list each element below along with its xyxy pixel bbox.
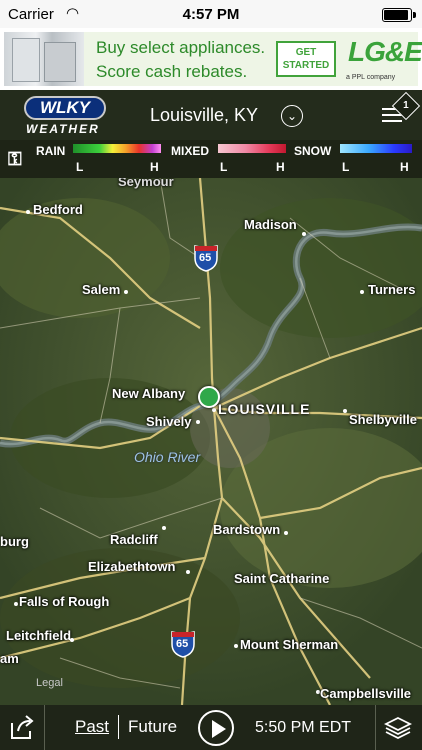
place-label: Salem [82, 282, 121, 297]
key-icon[interactable]: ⚿ [8, 149, 22, 170]
shield-number: 65 [176, 638, 189, 650]
snow-label: SNOW [294, 144, 332, 158]
place-label: Leitchfield [6, 628, 72, 643]
place-label: burg [0, 534, 29, 549]
river-label: Ohio River [134, 449, 201, 465]
appliance-photo [4, 32, 84, 86]
place-label: Bardstown [213, 522, 281, 537]
mixed-scale [218, 144, 286, 153]
bottom-toolbar: Past Future 5:50 PM EDT [0, 705, 422, 750]
place-label: Turners [368, 282, 416, 297]
place-label: Seymour [118, 178, 174, 189]
rain-low: L [76, 160, 84, 174]
rain-scale [73, 144, 161, 153]
place-label: Shelbyville [349, 412, 417, 427]
place-label: New Albany [112, 386, 186, 401]
place-label: Shively [146, 414, 192, 429]
past-button[interactable]: Past [75, 717, 109, 737]
future-button[interactable]: Future [128, 717, 177, 737]
lge-logo: LG&E [348, 36, 422, 67]
app-header: WLKY WEATHER Louisville, KY ⌄ 1 [0, 90, 422, 140]
chevron-down-icon[interactable]: ⌄ [281, 105, 303, 127]
place-label: Madison [244, 217, 297, 232]
alert-count: 1 [403, 100, 409, 111]
place-label: Mount Sherman [240, 637, 339, 652]
mixed-label: MIXED [171, 144, 210, 158]
status-bar: Carrier ◠ 4:57 PM [0, 0, 422, 28]
ad-subheadline: Score cash rebates. [96, 62, 248, 81]
legal-link[interactable]: Legal [36, 677, 63, 689]
place-label: Campbellsville [320, 686, 412, 701]
place-label: Falls of Rough [19, 594, 110, 609]
place-label: Elizabethtown [88, 559, 176, 574]
place-label: Bedford [33, 202, 83, 217]
shield-number: 65 [199, 252, 212, 264]
radar-map[interactable]: Seymour Bedford Madison Salem Turners Ne… [0, 178, 422, 705]
rain-high: H [150, 160, 159, 174]
brand-main: WLKY [24, 96, 106, 120]
status-time: 4:57 PM [182, 6, 240, 23]
place-label: am [0, 651, 19, 666]
radar-legend: ⚿ RAIN L H MIXED L H SNOW L H [0, 140, 422, 178]
ad-headline: Buy select appliances. [96, 38, 266, 57]
place-label: Radcliff [110, 532, 158, 547]
snow-low: L [342, 160, 350, 174]
radar-time: 5:50 PM EDT [255, 719, 352, 736]
snow-scale [340, 144, 412, 153]
place-label-louisville: LOUISVILLE [218, 401, 311, 417]
get-started-button[interactable]: GET STARTED [276, 41, 336, 77]
ad-banner[interactable]: Buy select appliances. Score cash rebate… [0, 28, 422, 90]
brand-sub: WEATHER [26, 122, 100, 136]
mixed-low: L [220, 160, 228, 174]
wlky-logo: WLKY WEATHER [20, 96, 110, 136]
location-marker[interactable] [198, 386, 220, 408]
place-label: Saint Catharine [234, 571, 330, 586]
snow-high: H [400, 160, 409, 174]
location-label[interactable]: Louisville, KY [150, 105, 258, 126]
rain-label: RAIN [36, 144, 66, 158]
share-icon[interactable] [8, 713, 36, 741]
battery-icon [382, 8, 416, 22]
layers-icon[interactable] [384, 715, 412, 741]
mixed-high: H [276, 160, 285, 174]
play-button[interactable] [198, 710, 234, 746]
lge-tagline: a PPL company [346, 74, 396, 81]
